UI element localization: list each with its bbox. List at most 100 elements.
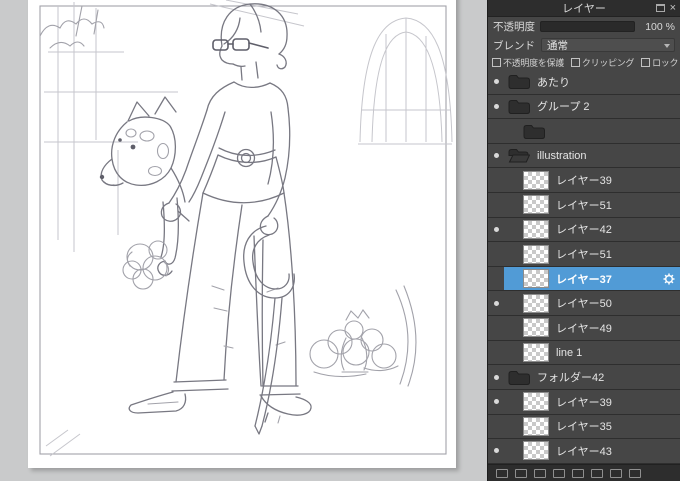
visibility-toggle[interactable] <box>488 242 504 266</box>
layer-thumbnail <box>523 219 549 239</box>
layer-name: レイヤー51 <box>556 199 612 212</box>
checkbox-icon <box>570 57 580 67</box>
visibility-toggle[interactable] <box>488 193 504 217</box>
layer-folder-row[interactable]: フォルダー42 <box>488 365 680 390</box>
layer-row[interactable]: レイヤー39 <box>488 168 680 194</box>
layer-thumbnail <box>523 293 549 313</box>
move-down-icon[interactable] <box>591 468 603 478</box>
layer-options-row: 不透明度を保護 クリッピング ロック <box>488 54 680 70</box>
visibility-dot-icon <box>493 226 499 232</box>
layers-panel-titlebar[interactable]: レイヤー × <box>488 0 680 17</box>
visibility-toggle[interactable] <box>488 267 504 291</box>
visibility-dot-icon <box>493 448 499 454</box>
layer-name: レイヤー35 <box>556 421 612 434</box>
visibility-dot-icon <box>493 399 499 405</box>
delete-layer-icon[interactable] <box>629 468 641 478</box>
layer-folder-row[interactable]: illustration <box>488 143 680 169</box>
layer-name: あたり <box>537 76 570 89</box>
merge-down-icon[interactable] <box>553 468 565 478</box>
layer-list: あたりグループ 2 illustration レイヤー39 レイヤー51 レイヤー42 レ… <box>488 70 680 464</box>
layer-row[interactable]: レイヤー51 <box>488 193 680 218</box>
layer-name: レイヤー49 <box>556 322 612 335</box>
layer-row[interactable]: レイヤー50 <box>488 291 680 317</box>
clipping-checkbox[interactable]: クリッピング <box>570 56 635 69</box>
checkbox-icon <box>492 57 501 67</box>
lock-label: ロック <box>652 57 679 68</box>
opacity-slider[interactable] <box>540 21 635 32</box>
visibility-toggle[interactable] <box>488 291 504 315</box>
checkbox-icon <box>641 57 651 67</box>
move-up-icon[interactable] <box>572 468 584 478</box>
layer-settings-gear-icon[interactable] <box>663 273 675 285</box>
canvas-area[interactable] <box>0 0 487 481</box>
layer-row[interactable]: レイヤー43 <box>488 439 680 464</box>
visibility-dot-icon <box>493 374 499 380</box>
layer-row[interactable]: レイヤー37 <box>488 266 680 292</box>
visibility-toggle[interactable] <box>488 218 504 242</box>
layer-name: illustration <box>537 149 587 162</box>
visibility-toggle[interactable] <box>488 119 504 143</box>
clear-layer-icon[interactable] <box>610 468 622 478</box>
layer-name: レイヤー43 <box>556 445 612 458</box>
layer-thumbnail <box>523 195 549 215</box>
visibility-dot-icon <box>493 79 499 85</box>
layer-thumbnail <box>523 441 549 461</box>
blend-mode-value: 通常 <box>547 39 568 52</box>
layer-row[interactable]: レイヤー42 <box>488 217 680 243</box>
folder-icon <box>508 99 530 114</box>
paint-app-window: レイヤー × 不透明度 100 % ブレンド 通常 不透明度を保護 クリッピング… <box>0 0 680 481</box>
visibility-dot-icon <box>493 153 499 159</box>
layer-folder-row[interactable]: グループ 2 <box>488 94 680 120</box>
layer-name: line 1 <box>556 346 583 359</box>
layer-name: グループ 2 <box>537 101 590 114</box>
layer-thumbnail <box>523 392 549 412</box>
blend-mode-select[interactable]: 通常 <box>541 38 675 52</box>
opacity-value: 100 % <box>645 20 675 33</box>
layer-row[interactable]: レイヤー49 <box>488 316 680 341</box>
folder-icon <box>508 74 530 90</box>
new-folder-icon[interactable] <box>515 468 527 478</box>
opacity-row: 不透明度 100 % <box>488 17 680 36</box>
visibility-toggle[interactable] <box>488 415 504 439</box>
lock-checkbox[interactable]: ロック <box>641 56 679 69</box>
layer-row[interactable]: レイヤー35 <box>488 414 680 440</box>
layer-thumbnail <box>523 343 549 362</box>
layer-name: レイヤー39 <box>556 175 612 188</box>
visibility-toggle[interactable] <box>488 390 504 414</box>
panel-popout-icon[interactable] <box>655 4 665 12</box>
visibility-toggle[interactable] <box>488 70 504 94</box>
canvas-page[interactable] <box>28 0 456 468</box>
layer-thumbnail <box>523 170 549 190</box>
folder-icon <box>508 370 530 385</box>
visibility-toggle[interactable] <box>488 95 504 119</box>
visibility-toggle[interactable] <box>488 144 504 168</box>
layer-name: レイヤー51 <box>556 249 612 262</box>
layer-thumbnail <box>523 416 549 436</box>
layer-folder-row[interactable] <box>488 119 680 144</box>
layer-folder-row[interactable]: あたり <box>488 70 680 95</box>
new-layer-icon[interactable] <box>496 468 508 478</box>
visibility-toggle[interactable] <box>488 365 504 389</box>
layer-row[interactable]: レイヤー51 <box>488 242 680 267</box>
panel-close-icon[interactable]: × <box>670 2 676 14</box>
visibility-dot-icon <box>493 103 499 109</box>
protect-opacity-label: 不透明度を保護 <box>503 57 564 68</box>
clipping-label: クリッピング <box>581 57 635 68</box>
layer-row[interactable]: レイヤー39 <box>488 389 680 415</box>
layer-name: レイヤー42 <box>556 224 612 237</box>
layers-panel-title: レイヤー <box>562 3 606 15</box>
duplicate-layer-icon[interactable] <box>534 468 546 478</box>
layer-row[interactable]: line 1 <box>488 340 680 366</box>
protect-opacity-checkbox[interactable]: 不透明度を保護 <box>492 56 564 69</box>
layer-name: フォルダー42 <box>537 372 605 385</box>
visibility-toggle[interactable] <box>488 316 504 340</box>
layers-panel: レイヤー × 不透明度 100 % ブレンド 通常 不透明度を保護 クリッピング… <box>487 0 680 481</box>
layer-name: レイヤー50 <box>556 298 612 311</box>
visibility-toggle[interactable] <box>488 439 504 463</box>
visibility-toggle[interactable] <box>488 168 504 192</box>
layers-panel-bottombar <box>488 464 680 481</box>
layer-name: レイヤー39 <box>556 396 612 409</box>
visibility-toggle[interactable] <box>488 341 504 365</box>
opacity-label: 不透明度 <box>493 21 535 33</box>
layer-thumbnail <box>523 318 549 338</box>
